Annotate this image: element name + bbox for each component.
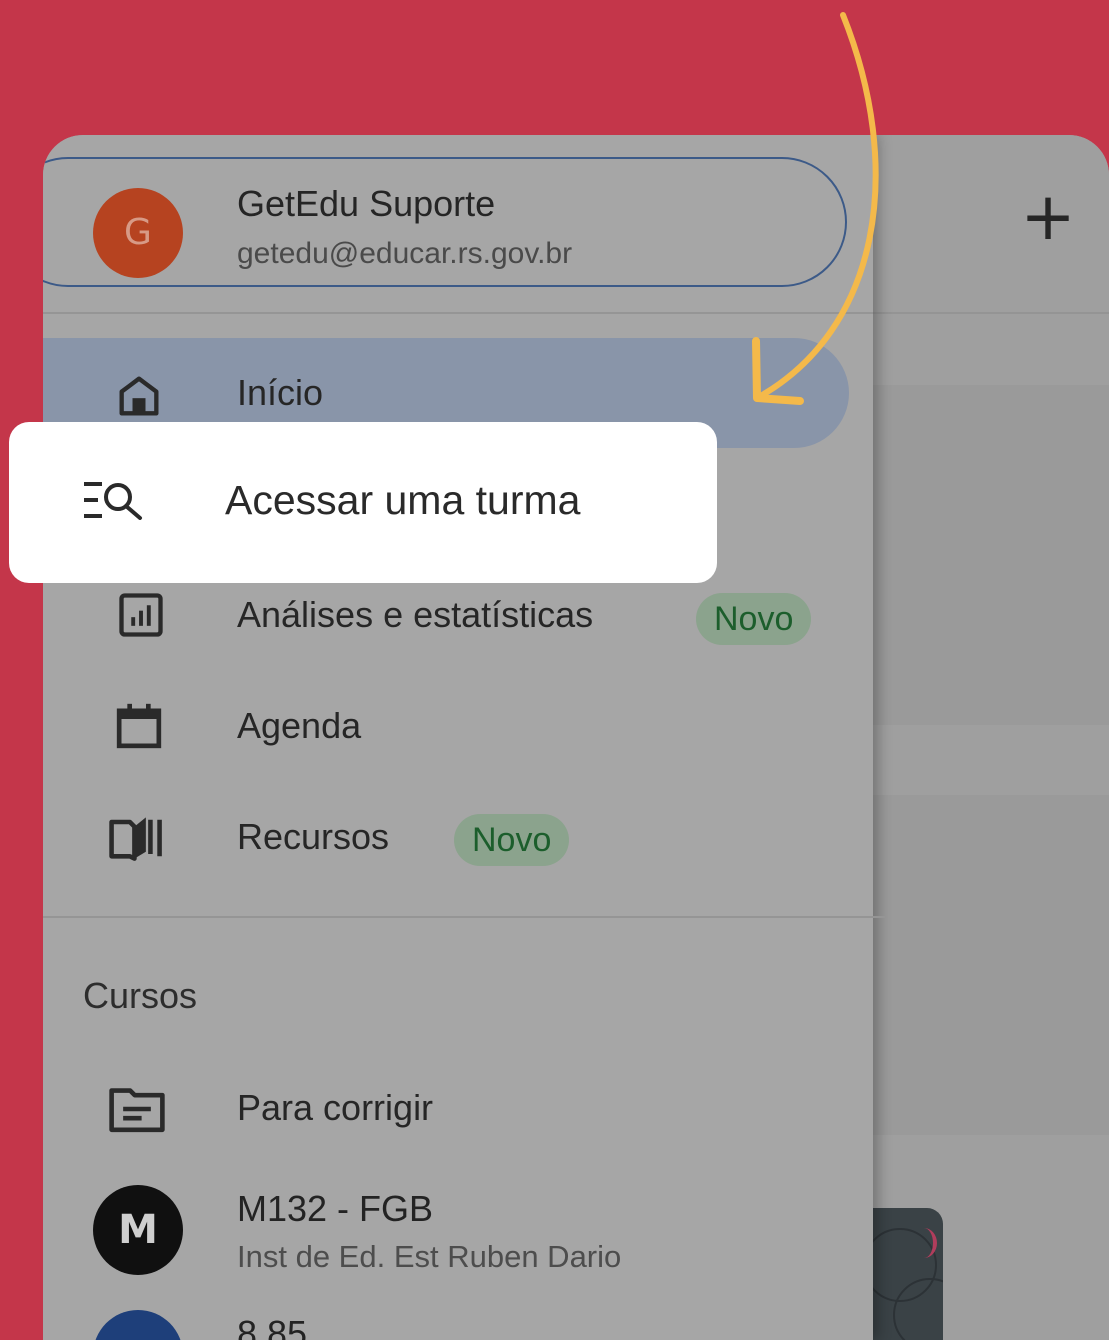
nav-label-resources: Recursos bbox=[237, 816, 390, 857]
course-name[interactable]: 8 85 bbox=[237, 1313, 307, 1340]
nav-label-calendar: Agenda bbox=[237, 705, 362, 746]
bar-chart-icon bbox=[115, 589, 167, 641]
new-badge: Novo bbox=[696, 593, 812, 645]
nav-label-home: Início bbox=[237, 372, 324, 413]
classroom-window: + G GetEdu Suporte getedu@educar.rs.gov.… bbox=[43, 135, 1109, 1340]
account-name: GetEdu Suporte bbox=[237, 183, 496, 224]
join-class-menu-item[interactable]: Acessar uma turma bbox=[9, 422, 717, 583]
course-avatar[interactable] bbox=[93, 1310, 183, 1340]
course-avatar[interactable]: M bbox=[93, 1185, 183, 1275]
header-divider bbox=[873, 312, 1109, 314]
course-subtitle: Inst de Ed. Est Ruben Dario bbox=[237, 1239, 622, 1274]
drawer-divider bbox=[43, 916, 885, 918]
calendar-icon bbox=[111, 698, 167, 754]
navigation-drawer: G GetEdu Suporte getedu@educar.rs.gov.br… bbox=[43, 135, 885, 1340]
nav-label-to-review[interactable]: Para corrigir bbox=[237, 1087, 433, 1129]
account-avatar[interactable]: G bbox=[93, 188, 183, 278]
search-list-icon bbox=[82, 480, 148, 525]
courses-section-title: Cursos bbox=[83, 975, 198, 1016]
home-icon bbox=[113, 370, 165, 422]
nav-label-analytics: Análises e estatísticas bbox=[237, 594, 594, 635]
join-class-label: Acessar uma turma bbox=[225, 477, 581, 523]
class-card-thumbnail[interactable] bbox=[873, 1208, 943, 1340]
new-badge: Novo bbox=[454, 814, 570, 866]
add-button[interactable]: + bbox=[1018, 184, 1078, 250]
class-card-shade bbox=[873, 795, 1109, 1135]
course-name[interactable]: M132 - FGB bbox=[237, 1188, 433, 1230]
main-content: + bbox=[873, 135, 1109, 1340]
folder-icon bbox=[107, 1083, 167, 1135]
account-email: getedu@educar.rs.gov.br bbox=[237, 237, 573, 270]
drawer-divider bbox=[43, 312, 873, 314]
class-card-shade bbox=[873, 385, 1109, 725]
book-icon bbox=[107, 810, 171, 866]
